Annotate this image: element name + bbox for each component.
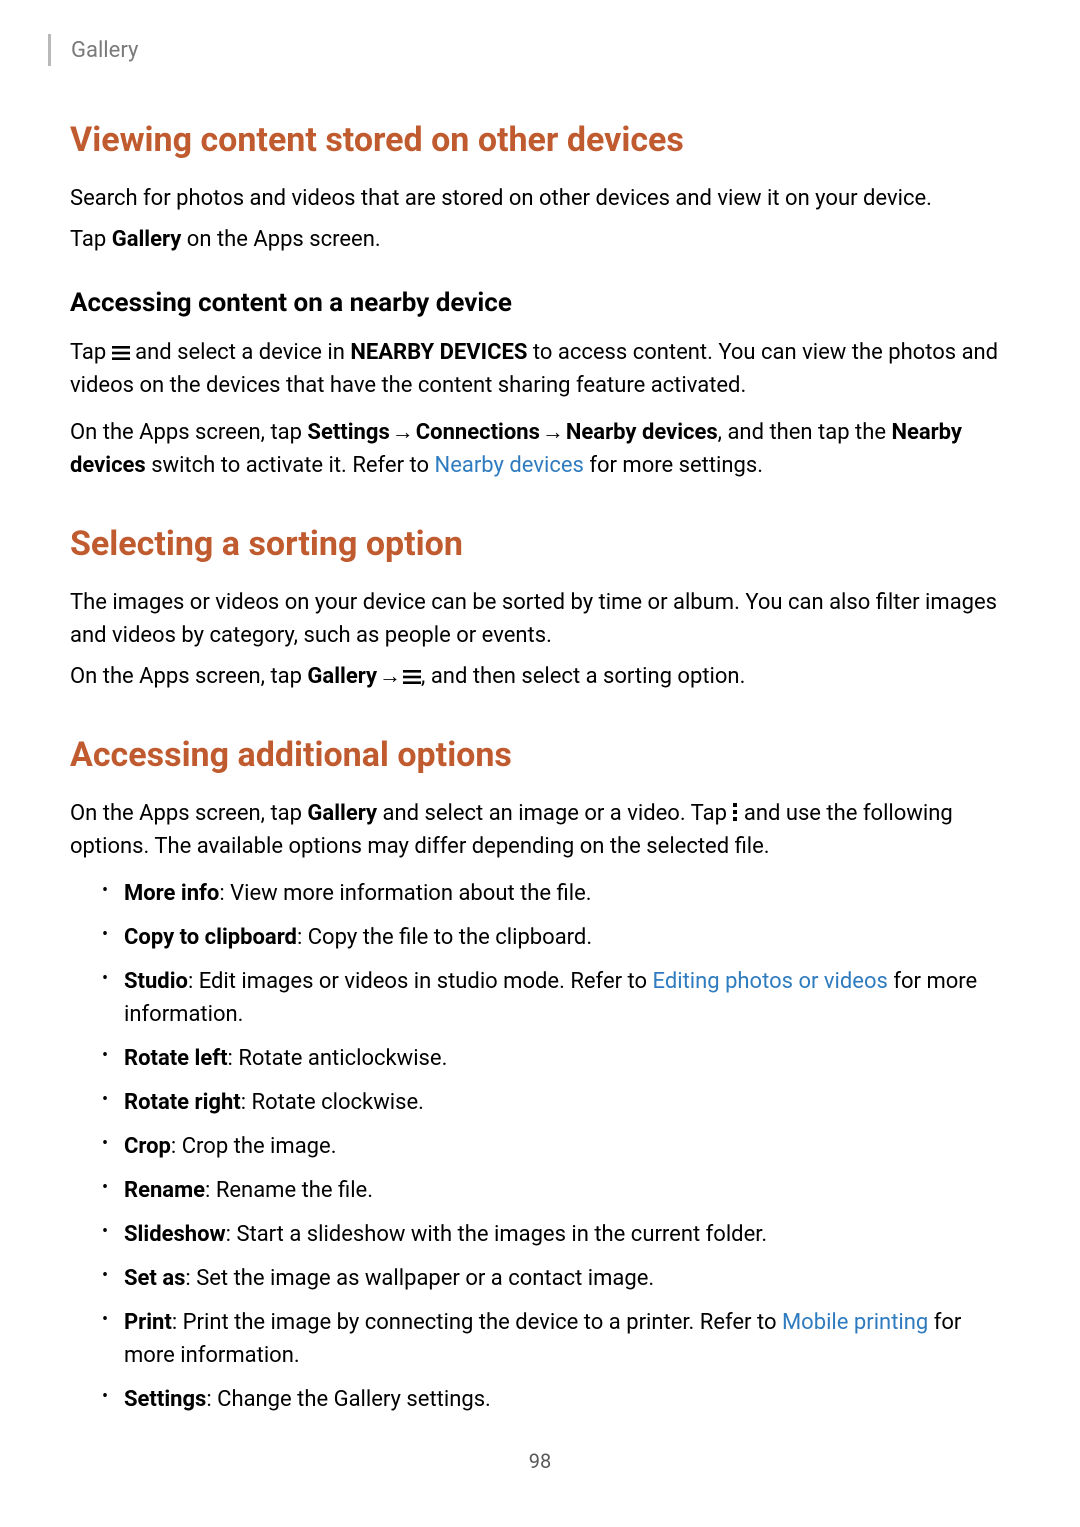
option-name: Crop	[124, 1134, 171, 1159]
breadcrumb-divider	[48, 34, 51, 66]
text: switch to activate it. Refer to	[146, 453, 435, 478]
text: On the Apps screen, tap	[70, 664, 307, 689]
link-mobile-printing[interactable]: Mobile printing	[782, 1310, 928, 1335]
breadcrumb-text: Gallery	[71, 38, 138, 63]
option-name: Rotate right	[124, 1090, 241, 1115]
bold-text: NEARBY DEVICES	[350, 340, 527, 365]
text: On the Apps screen, tap	[70, 420, 307, 445]
option-desc: : Rotate anticlockwise.	[228, 1046, 448, 1071]
menu-icon	[403, 670, 421, 684]
option-desc: : Copy the file to the clipboard.	[297, 925, 592, 950]
option-desc: : Set the image as wallpaper or a contac…	[185, 1266, 654, 1291]
page-content: Gallery Viewing content stored on other …	[0, 0, 1080, 1527]
section-title-sorting: Selecting a sorting option	[70, 524, 1010, 564]
text: , and then select a sorting option.	[421, 664, 745, 689]
menu-icon	[112, 346, 130, 360]
list-item: Settings: Change the Gallery settings.	[102, 1383, 1010, 1416]
bold-text: Gallery	[112, 227, 182, 252]
text: and select an image or a video. Tap	[377, 801, 732, 826]
text: , and then tap the	[718, 420, 892, 445]
option-desc: : Rotate clockwise.	[241, 1090, 424, 1115]
list-item: Copy to clipboard: Copy the file to the …	[102, 921, 1010, 954]
section2-p1: The images or videos on your device can …	[70, 586, 1010, 652]
section-title-additional: Accessing additional options	[70, 735, 1010, 775]
arrow-icon: →	[540, 416, 566, 449]
list-item: Print: Print the image by connecting the…	[102, 1306, 1010, 1372]
option-name: Studio	[124, 969, 188, 994]
option-desc: : Change the Gallery settings.	[206, 1387, 491, 1412]
section1-p2: Tap Gallery on the Apps screen.	[70, 223, 1010, 256]
text: Tap	[70, 340, 112, 365]
options-list: More info: View more information about t…	[70, 877, 1010, 1416]
option-desc: : Crop the image.	[171, 1134, 337, 1159]
option-name: Print	[124, 1310, 172, 1335]
arrow-icon: →	[390, 416, 416, 449]
section2-p2: On the Apps screen, tap Gallery → , and …	[70, 660, 1010, 693]
page-number: 98	[0, 1449, 1080, 1473]
breadcrumb: Gallery	[70, 0, 1010, 66]
option-desc: : Print the image by connecting the devi…	[172, 1310, 782, 1335]
text: Tap	[70, 227, 112, 252]
section1-sub-p2: On the Apps screen, tap Settings → Conne…	[70, 416, 1010, 482]
text: on the Apps screen.	[181, 227, 380, 252]
link-nearby-devices[interactable]: Nearby devices	[435, 453, 584, 478]
list-item: Rotate right: Rotate clockwise.	[102, 1086, 1010, 1119]
bold-text: Gallery	[307, 664, 377, 689]
option-desc: : Edit images or videos in studio mode. …	[188, 969, 653, 994]
bold-text: Connections	[416, 420, 540, 445]
list-item: Crop: Crop the image.	[102, 1130, 1010, 1163]
option-name: Slideshow	[124, 1222, 226, 1247]
subsection-title-accessing: Accessing content on a nearby device	[70, 288, 1010, 318]
option-name: Copy to clipboard	[124, 925, 297, 950]
option-name: Set as	[124, 1266, 185, 1291]
text: and select a device in	[130, 340, 351, 365]
list-item: Slideshow: Start a slideshow with the im…	[102, 1218, 1010, 1251]
option-desc: : Rename the file.	[205, 1178, 373, 1203]
list-item: More info: View more information about t…	[102, 877, 1010, 910]
option-desc: : Start a slideshow with the images in t…	[226, 1222, 768, 1247]
bold-text: Settings	[307, 420, 389, 445]
list-item: Studio: Edit images or videos in studio …	[102, 965, 1010, 1031]
bold-text: Nearby devices	[566, 420, 718, 445]
option-name: More info	[124, 881, 219, 906]
text: for more settings.	[584, 453, 763, 478]
list-item: Rotate left: Rotate anticlockwise.	[102, 1042, 1010, 1075]
option-desc: : View more information about the file.	[219, 881, 591, 906]
text: On the Apps screen, tap	[70, 801, 307, 826]
section1-sub-p1: Tap and select a device in NEARBY DEVICE…	[70, 336, 1010, 402]
section3-p1: On the Apps screen, tap Gallery and sele…	[70, 797, 1010, 863]
bold-text: Gallery	[307, 801, 377, 826]
option-name: Rename	[124, 1178, 205, 1203]
list-item: Rename: Rename the file.	[102, 1174, 1010, 1207]
section1-p1: Search for photos and videos that are st…	[70, 182, 1010, 215]
option-name: Settings	[124, 1387, 206, 1412]
link-editing-photos[interactable]: Editing photos or videos	[653, 969, 888, 994]
list-item: Set as: Set the image as wallpaper or a …	[102, 1262, 1010, 1295]
arrow-icon: →	[377, 660, 403, 693]
option-name: Rotate left	[124, 1046, 228, 1071]
section-title-viewing: Viewing content stored on other devices	[70, 120, 1010, 160]
